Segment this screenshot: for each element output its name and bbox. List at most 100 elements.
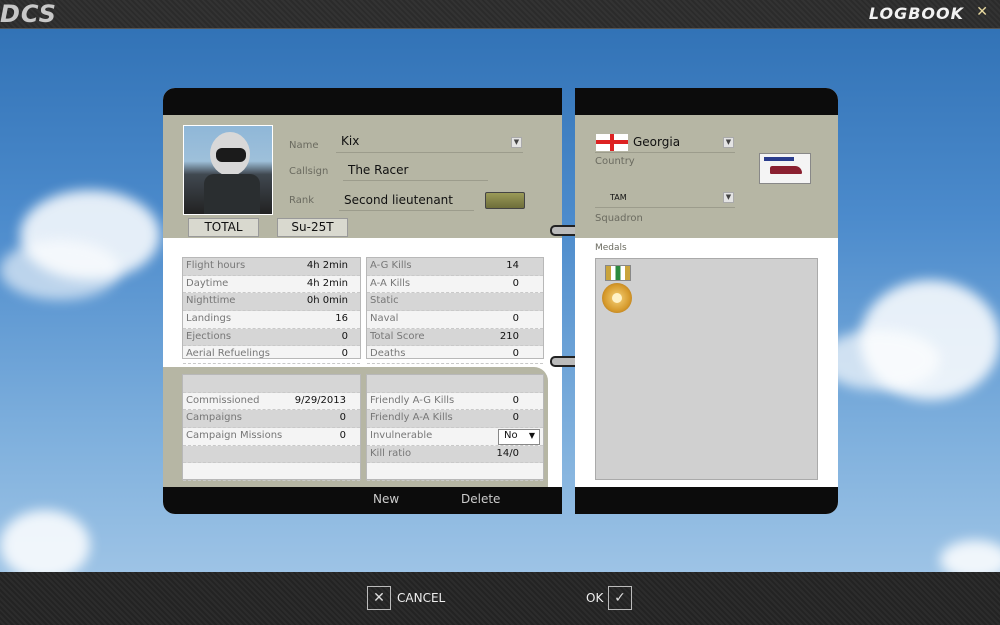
stat-label: A-G Kills bbox=[370, 260, 412, 271]
rank-insignia-icon bbox=[485, 192, 525, 209]
stat-row bbox=[183, 463, 360, 482]
page-footer-strip bbox=[163, 487, 562, 514]
medal-icon[interactable] bbox=[602, 265, 632, 323]
stat-row: Campaign Missions 0 bbox=[183, 428, 360, 446]
name-dropdown[interactable]: Kix ▼ bbox=[336, 133, 523, 153]
stat-row bbox=[367, 375, 543, 393]
stat-value: 14/0 bbox=[496, 447, 519, 459]
stat-row: A-A Kills 0 bbox=[367, 276, 543, 294]
callsign-field[interactable]: The Racer bbox=[343, 161, 488, 181]
stat-label: Nighttime bbox=[186, 295, 236, 307]
invulnerable-select[interactable]: No ▼ bbox=[498, 428, 540, 446]
stat-label: Ejections bbox=[186, 330, 232, 342]
delete-button[interactable]: Delete bbox=[461, 492, 500, 506]
rank-value: Second lieutenant bbox=[344, 193, 453, 207]
country-value: Georgia bbox=[633, 135, 681, 149]
stat-row: Landings 16 bbox=[183, 311, 360, 329]
stat-row: Commissioned 9/29/2013 bbox=[183, 393, 360, 411]
squadron-dropdown[interactable]: TAM ▼ bbox=[595, 190, 735, 208]
stat-value: 0 bbox=[512, 348, 519, 360]
chevron-down-icon[interactable]: ▼ bbox=[723, 192, 734, 203]
cloud bbox=[0, 240, 120, 300]
country-label: Country bbox=[595, 156, 635, 167]
friendly-stats-table: Friendly A-G Kills 0 Friendly A-A Kills 0 In… bbox=[366, 374, 544, 482]
app-logo: DCS bbox=[0, 0, 57, 28]
stat-label: Static bbox=[370, 295, 399, 307]
stat-label: Commissioned bbox=[186, 394, 260, 406]
stat-value: 14 bbox=[506, 260, 519, 271]
bottom-bar bbox=[0, 572, 1000, 625]
stat-label: Naval bbox=[370, 313, 399, 325]
callsign-value: The Racer bbox=[348, 163, 409, 177]
chevron-down-icon[interactable]: ▼ bbox=[511, 137, 522, 148]
stat-label: Aerial Refuelings bbox=[186, 348, 270, 360]
stat-row: Flight hours 4h 2min bbox=[183, 258, 360, 276]
cancel-icon[interactable]: ✕ bbox=[367, 586, 391, 610]
stat-label: Campaign Missions bbox=[186, 430, 283, 442]
stat-label: Kill ratio bbox=[370, 447, 412, 459]
invulnerable-value: No bbox=[504, 430, 518, 442]
georgia-flag-icon bbox=[596, 134, 628, 151]
tab-total[interactable]: TOTAL bbox=[188, 218, 259, 237]
medals-label: Medals bbox=[595, 243, 627, 253]
page-footer-strip bbox=[575, 487, 838, 514]
medals-panel bbox=[595, 258, 818, 480]
stat-label: A-A Kills bbox=[370, 277, 411, 289]
chevron-down-icon[interactable]: ▼ bbox=[529, 428, 535, 445]
rank-field: Second lieutenant bbox=[339, 190, 474, 211]
stat-value: 0 bbox=[341, 348, 348, 360]
stat-value: 0 bbox=[512, 313, 519, 325]
page-header-strip bbox=[163, 88, 562, 115]
stat-row: Daytime 4h 2min bbox=[183, 276, 360, 294]
stat-row: Friendly A-A Kills 0 bbox=[367, 410, 543, 429]
chevron-down-icon[interactable]: ▼ bbox=[723, 137, 734, 148]
stat-row bbox=[367, 463, 543, 482]
new-button[interactable]: New bbox=[373, 492, 399, 506]
stat-value: 210 bbox=[499, 330, 519, 342]
stat-row: Naval 0 bbox=[367, 311, 543, 329]
stat-value: 0 bbox=[341, 330, 348, 342]
cancel-button[interactable]: CANCEL bbox=[397, 591, 445, 605]
logbook-right-page: Georgia ▼ Country TAM ▼ Squadron Medals bbox=[575, 88, 838, 514]
squadron-value: TAM bbox=[610, 193, 627, 202]
stat-row: Deaths 0 bbox=[367, 346, 543, 365]
country-dropdown[interactable]: Georgia ▼ bbox=[595, 133, 735, 153]
stat-value: 0 bbox=[512, 394, 519, 406]
rank-label: Rank bbox=[289, 195, 314, 206]
stat-label: Invulnerable bbox=[370, 430, 433, 442]
stat-value: 16 bbox=[335, 313, 348, 325]
stat-label: Friendly A-A Kills bbox=[370, 412, 453, 424]
ok-button[interactable]: OK bbox=[586, 591, 603, 605]
stat-value: 0 bbox=[512, 277, 519, 289]
stat-value: 0 bbox=[339, 430, 346, 442]
logbook-left-page: Name Kix ▼ Callsign The Racer Rank Secon… bbox=[163, 88, 562, 514]
stat-row: Kill ratio 14/0 bbox=[367, 445, 543, 464]
page-header-strip bbox=[575, 88, 838, 115]
stat-row: Nighttime 0h 0min bbox=[183, 293, 360, 312]
tab-su-25t[interactable]: Su-25T bbox=[277, 218, 348, 237]
callsign-label: Callsign bbox=[289, 166, 329, 177]
pilot-avatar[interactable] bbox=[183, 125, 273, 215]
stat-value: 0 bbox=[339, 412, 346, 424]
stat-row: Total Score 210 bbox=[367, 328, 543, 347]
stat-label: Friendly A-G Kills bbox=[370, 394, 455, 406]
checkmark-icon[interactable]: ✓ bbox=[608, 586, 632, 610]
combat-stats-table: A-G Kills 14 A-A Kills 0 Static Naval 0 Total S… bbox=[366, 257, 544, 365]
stat-row: Invulnerable No ▼ bbox=[367, 428, 543, 446]
stat-row: Ejections 0 bbox=[183, 328, 360, 347]
window-title: LOGBOOK bbox=[868, 4, 964, 23]
stat-label: Daytime bbox=[186, 277, 229, 289]
stat-row bbox=[183, 375, 360, 393]
close-icon[interactable]: ✕ bbox=[976, 4, 988, 20]
title-bar bbox=[0, 0, 1000, 29]
stat-value: 0h 0min bbox=[306, 295, 348, 307]
flight-stats-table: Flight hours 4h 2min Daytime 4h 2min Nightti… bbox=[182, 257, 361, 365]
stat-value: 4h 2min bbox=[306, 260, 348, 271]
stat-label: Landings bbox=[186, 313, 232, 325]
stat-row: Friendly A-G Kills 0 bbox=[367, 393, 543, 411]
squadron-emblem-icon bbox=[759, 153, 811, 184]
name-value: Kix bbox=[341, 134, 360, 148]
stat-label: Campaigns bbox=[186, 412, 243, 424]
stat-value: 4h 2min bbox=[306, 277, 348, 289]
stat-row: Aerial Refuelings 0 bbox=[183, 346, 360, 365]
